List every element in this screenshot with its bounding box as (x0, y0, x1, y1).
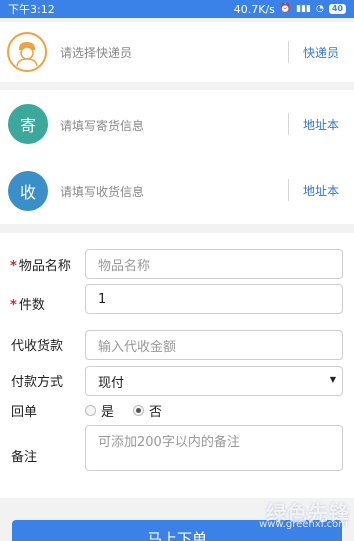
courier-section[interactable]: 请选择快递员 快递员 (0, 22, 354, 82)
cod-label: 代收货款 (11, 339, 64, 354)
status-bar: 下午3:12 40.7K/s ⏰ ▮▮▮ ◔ 40 (0, 0, 354, 18)
courier-link[interactable]: 快递员 (303, 44, 339, 61)
radio-icon[interactable] (85, 405, 96, 416)
payment-label: 付款方式 (11, 375, 64, 390)
receipt-label: 回单 (11, 405, 38, 420)
receiver-address-book-link[interactable]: 地址本 (303, 182, 339, 199)
payment-select[interactable]: 现付 ▼ (85, 366, 343, 396)
battery-icon: 40 (328, 4, 346, 14)
radio-selected-icon[interactable] (133, 405, 144, 416)
item-name-input[interactable]: 物品名称 (85, 249, 343, 279)
receipt-no-option[interactable]: 否 (133, 401, 162, 420)
alarm-icon: ⏰ (279, 4, 292, 14)
courier-avatar-icon (7, 32, 47, 72)
status-indicators: 40.7K/s ⏰ ▮▮▮ ◔ 40 (234, 3, 346, 16)
divider (288, 179, 289, 201)
chevron-down-icon: ▼ (329, 375, 336, 384)
sender-address-book-link[interactable]: 地址本 (303, 116, 339, 133)
status-time: 下午3:12 (8, 3, 55, 16)
cod-input[interactable]: 输入代收金额 (85, 330, 343, 360)
item-name-label: * 物品名称 (10, 259, 71, 274)
net-speed: 40.7K/s (233, 2, 275, 16)
sender-badge: 寄 (8, 104, 48, 144)
address-section: 寄 请填写寄货信息 地址本 收 请填写收货信息 地址本 (0, 90, 354, 224)
courier-placeholder: 请选择快递员 (60, 46, 133, 60)
wifi-icon: ◔ (316, 4, 324, 14)
signal-icon: ▮▮▮ (296, 4, 311, 14)
quantity-input[interactable]: 1 (85, 284, 343, 314)
remark-textarea[interactable]: 可添加200字以内的备注 (85, 425, 343, 471)
divider (288, 41, 289, 63)
watermark-url: www.greenxf.com (259, 519, 348, 530)
quantity-label: * 件数 (10, 298, 45, 313)
remark-label: 备注 (11, 450, 38, 465)
sender-badge-label: 寄 (19, 116, 36, 135)
divider (288, 113, 289, 135)
receiver-badge: 收 (8, 171, 48, 211)
receiver-placeholder[interactable]: 请填写收货信息 (60, 183, 144, 200)
receiver-badge-label: 收 (19, 183, 36, 202)
receipt-yes-option[interactable]: 是 (85, 401, 114, 420)
sender-placeholder[interactable]: 请填写寄货信息 (60, 117, 144, 134)
